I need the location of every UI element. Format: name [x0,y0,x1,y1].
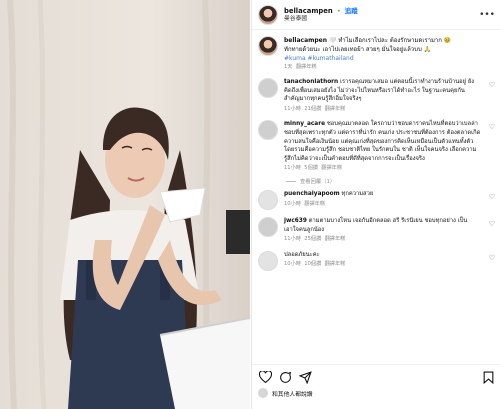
comment-time: 10小時 [284,261,301,268]
comment-avatar[interactable] [258,120,278,141]
caption-hashtags[interactable]: #kuma #kumathailand [284,55,354,62]
comment-time: 11小時 [284,105,301,112]
author-avatar[interactable] [258,4,278,25]
like-heart-icon[interactable]: ♡ [489,193,495,201]
caption-translate-link[interactable]: 翻譯年糕 [296,64,317,70]
comment: ปลอดภัยนะคะ 10小時 10個讚 翻譯年糕 ♡ [252,247,500,274]
caption-avatar[interactable] [258,36,278,56]
like-heart-icon[interactable]: ♡ [489,81,495,89]
share-icon[interactable] [298,370,312,384]
caption-line-1: 🤍 ทำไมเลือกเราไปละ ต้องรักษามดเรามาก 🥹 [328,37,452,44]
comment-translate-link[interactable]: 翻譯年糕 [325,236,346,242]
caption-username[interactable]: bellacampen [284,37,327,44]
comment-likes[interactable]: 21個讚 [304,106,321,112]
comment-text: ปลอดภัยนะคะ [284,251,320,258]
author-username[interactable]: bellacampen [284,7,333,15]
comment: minny_acare ชอบคุณมาตลอด ใครถามว่าชอบดาร… [252,116,500,176]
post-photo [0,0,250,409]
comment-translate-link[interactable]: 翻譯年糕 [304,201,325,207]
follow-button[interactable]: 追蹤 [345,7,358,15]
comment-translate-link[interactable]: 翻譯年糕 [321,165,342,171]
caption: bellacampen 🤍 ทำไมเลือกเราไปละ ต้องรักษา… [252,30,500,74]
comment-text: ทุกความสวย [341,190,374,197]
post-side-panel: bellacampen • 追蹤 曼谷泰國 ••• bellacampen 🤍 … [251,0,500,409]
comment-text: ชอบคุณมาตลอด ใครถามว่าชอบดาราคนไหนที่ตอบ… [284,121,481,162]
likes-summary[interactable]: 和其他人都說讚 [252,385,500,401]
comment-likes[interactable]: 25個讚 [304,236,321,242]
comment-username[interactable]: tanachonlathorn [284,79,338,85]
liker-avatar [258,388,268,398]
like-heart-icon[interactable]: ♡ [489,220,495,228]
likes-text: 和其他人都說讚 [272,391,313,398]
comment-icon[interactable] [278,370,292,384]
comment-likes[interactable]: 10個讚 [304,261,321,267]
like-heart-icon[interactable]: ♡ [489,123,495,131]
like-heart-icon[interactable]: ♡ [489,254,495,262]
comment-likes[interactable]: 5個讚 [304,165,318,171]
comment-avatar[interactable] [258,250,278,271]
separator-dot: • [336,6,341,15]
comment-avatar[interactable] [258,78,278,98]
bookmark-icon[interactable] [481,370,495,384]
caption-text: bellacampen 🤍 ทำไมเลือกเราไปละ ต้องรักษา… [284,36,451,72]
comment-username[interactable]: puenchaiyapoom [284,191,340,197]
caption-time: 1天 [284,64,293,70]
comment-text: ตามตามบางโหน เจอกันอีกตลอด ฮรี รีเรนีเยน… [284,217,468,233]
view-replies-link[interactable]: 查看回覆（1） [252,176,500,186]
comment-username[interactable]: minny_acare [284,121,325,127]
author-meta: bellacampen • 追蹤 曼谷泰國 [284,7,358,23]
comment-time: 10小時 [284,200,301,207]
comment-avatar[interactable] [258,216,278,237]
comment-avatar[interactable] [258,189,278,210]
more-options-icon[interactable]: ••• [479,10,495,20]
post-location[interactable]: 曼谷泰國 [284,15,358,23]
comment-translate-link[interactable]: 翻譯年糕 [325,106,346,112]
comment: puenchaiyapoom ทุกความสวย 10小時 翻譯年糕 ♡ [252,186,500,213]
caption-line-2: ทักทายด้วยนะ เอาไปเลยเทอย้า สวยๆ มั่นใจอ… [284,46,432,53]
comment: jwc639 ตามตามบางโหน เจอกันอีกตลอด ฮรี รี… [252,213,500,247]
post-header: bellacampen • 追蹤 曼谷泰國 ••• [252,0,500,30]
like-heart-icon[interactable] [258,370,272,384]
comment-username[interactable]: jwc639 [284,218,307,224]
post-actions-bar: 和其他人都說讚 [252,364,500,409]
photo-illustration [0,0,250,409]
comment-time: 11小時 [284,236,301,243]
comments-scroll[interactable]: bellacampen 🤍 ทำไมเลือกเราไปละ ต้องรักษา… [252,30,500,365]
comment-translate-link[interactable]: 翻譯年糕 [325,261,346,267]
comment-time: 11小時 [284,165,301,172]
comment: tanachonlathorn เรารอคุณหมาเสมอ แต่ตอนนี… [252,74,500,116]
